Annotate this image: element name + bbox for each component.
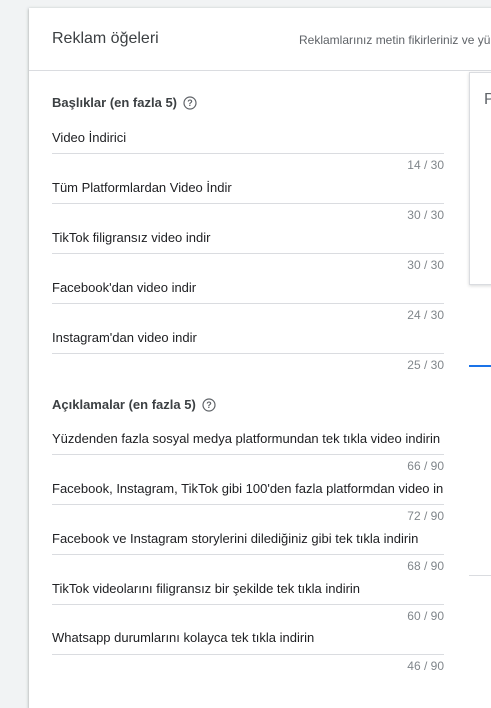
headline-underline-1 — [52, 153, 444, 154]
headline-field-1[interactable]: Video İndirici — [52, 130, 444, 145]
headline-underline-3 — [52, 253, 444, 254]
headlines-section-title: Başlıklar (en fazla 5) ? — [52, 95, 197, 110]
description-counter-5: 46 / 90 — [407, 659, 444, 673]
svg-text:?: ? — [206, 400, 212, 410]
headline-counter-3: 30 / 30 — [407, 258, 444, 272]
descriptions-section-title: Açıklamalar (en fazla 5) ? — [52, 397, 216, 412]
help-circle-icon[interactable]: ? — [183, 95, 197, 110]
description-underline-1 — [52, 454, 444, 455]
description-field-1[interactable]: Yüzdenden fazla sosyal medya platformund… — [52, 431, 444, 446]
headline-counter-2: 30 / 30 — [407, 208, 444, 222]
headline-field-5[interactable]: Instagram'dan video indir — [52, 330, 444, 345]
description-underline-5 — [52, 654, 444, 655]
headline-field-2[interactable]: Tüm Platformlardan Video İndir — [52, 180, 444, 195]
svg-text:?: ? — [187, 98, 193, 108]
description-field-3[interactable]: Facebook ve Instagram storylerini diledi… — [52, 531, 444, 546]
description-field-5[interactable]: Whatsapp durumlarını kolayca tek tıkla i… — [52, 630, 444, 645]
description-underline-4 — [52, 604, 444, 605]
description-underline-3 — [52, 554, 444, 555]
headline-field-3[interactable]: TikTok filigransız video indir — [52, 230, 444, 245]
description-field-2[interactable]: Facebook, Instagram, TikTok gibi 100'den… — [52, 481, 444, 496]
ad-assets-card: Reklam öğeleri Reklamlarınız metin fikir… — [29, 8, 491, 708]
help-circle-icon[interactable]: ? — [202, 397, 216, 412]
card-title: Reklam öğeleri — [52, 30, 159, 47]
headline-underline-2 — [52, 203, 444, 204]
side-divider — [469, 575, 491, 576]
headlines-title-label: Başlıklar (en fazla 5) — [52, 95, 177, 110]
headline-counter-1: 14 / 30 — [407, 158, 444, 172]
ad-preview-panel: P — [469, 72, 491, 285]
card-subtitle: Reklamlarınız metin fikirleriniz ve yük — [299, 33, 491, 47]
active-tab-indicator — [469, 365, 491, 367]
headline-field-4[interactable]: Facebook'dan video indir — [52, 280, 444, 295]
description-counter-4: 60 / 90 — [407, 609, 444, 623]
description-counter-2: 72 / 90 — [407, 509, 444, 523]
card-header: Reklam öğeleri Reklamlarınız metin fikir… — [29, 8, 491, 71]
headline-underline-4 — [52, 303, 444, 304]
description-counter-1: 66 / 90 — [407, 459, 444, 473]
headline-counter-5: 25 / 30 — [407, 358, 444, 372]
preview-heading-letter: P — [484, 91, 491, 108]
description-counter-3: 68 / 90 — [407, 559, 444, 573]
description-field-4[interactable]: TikTok videolarını filigransız bir şekil… — [52, 581, 444, 596]
descriptions-title-label: Açıklamalar (en fazla 5) — [52, 397, 196, 412]
headline-underline-5 — [52, 353, 444, 354]
description-underline-2 — [52, 504, 444, 505]
headline-counter-4: 24 / 30 — [407, 308, 444, 322]
